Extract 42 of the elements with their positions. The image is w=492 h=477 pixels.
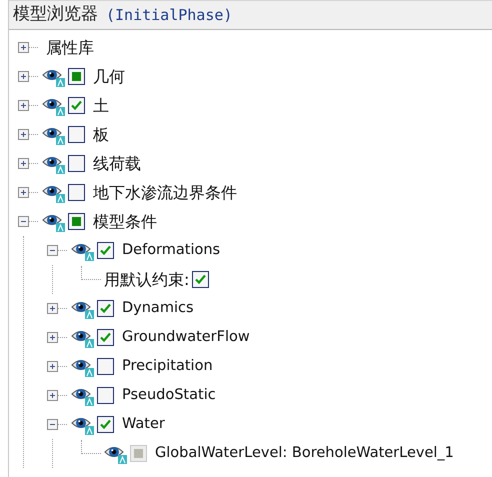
checkbox[interactable] (97, 329, 114, 346)
tree-item-label[interactable]: Deformations (122, 240, 220, 262)
checkbox[interactable] (68, 213, 85, 230)
checkbox[interactable] (192, 271, 210, 288)
checkbox[interactable] (97, 416, 114, 433)
checkbox[interactable] (68, 184, 85, 201)
tree-item-label[interactable]: Precipitation (122, 356, 213, 378)
expand-icon[interactable] (47, 332, 58, 343)
expand-icon[interactable] (18, 187, 29, 198)
collapse-icon[interactable] (47, 419, 58, 430)
expand-icon[interactable] (18, 129, 29, 140)
expand-icon[interactable] (18, 42, 29, 53)
checkbox[interactable] (97, 242, 114, 259)
tree-item-label[interactable]: 地下水渗流边界条件 (93, 180, 237, 204)
tree-item-label[interactable]: 模型条件 (93, 210, 157, 234)
collapse-icon[interactable] (47, 245, 58, 256)
tree-item-label[interactable]: 线荷载 (93, 152, 141, 176)
expand-icon[interactable] (47, 390, 58, 401)
phase-label: (InitialPhase) (106, 4, 232, 26)
tree-item-label[interactable]: Water (122, 414, 165, 436)
checkbox[interactable] (97, 358, 114, 375)
tree-item-label[interactable]: 几何 (93, 64, 125, 88)
expand-icon[interactable] (18, 158, 29, 169)
expand-icon[interactable] (47, 303, 58, 314)
checkbox[interactable] (68, 155, 85, 172)
tree-item-label[interactable]: 土 (93, 94, 109, 118)
checkbox[interactable] (68, 126, 85, 143)
checkbox[interactable] (68, 97, 85, 114)
tree-item-label[interactable]: 用默认约束: (104, 268, 190, 292)
checkbox[interactable] (97, 300, 114, 317)
collapse-icon[interactable] (18, 216, 29, 227)
checkbox[interactable] (68, 68, 85, 85)
tree-item-label[interactable]: PseudoStatic (122, 384, 216, 406)
expand-icon[interactable] (18, 100, 29, 111)
expand-icon[interactable] (47, 361, 58, 372)
expand-icon[interactable] (18, 71, 29, 82)
tree-item-label[interactable]: 板 (93, 122, 109, 146)
checkbox[interactable] (97, 387, 114, 404)
tree-item-label[interactable]: Dynamics (122, 298, 194, 320)
tree-item-label[interactable]: 属性库 (46, 36, 94, 60)
tree-item-label[interactable]: GroundwaterFlow (122, 326, 250, 348)
panel-title: 模型浏览器 (13, 3, 98, 26)
